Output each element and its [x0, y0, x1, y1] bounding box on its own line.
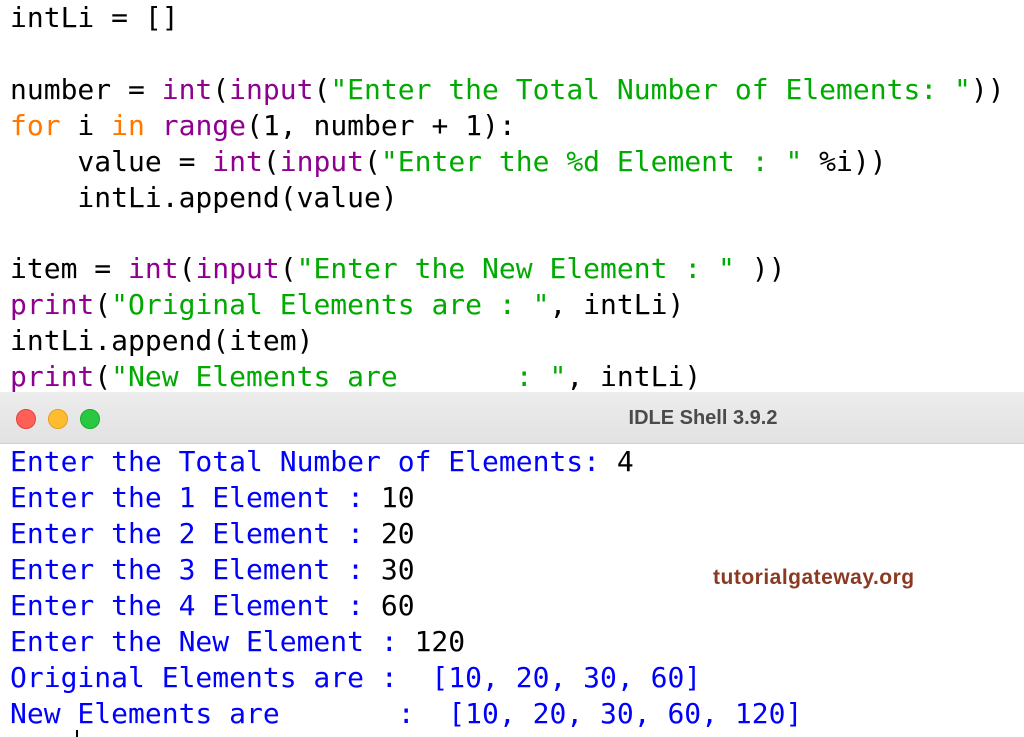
code-line-1: intLi = []: [10, 0, 179, 36]
shell-prompt-text: Enter the 2 Element :: [10, 517, 381, 550]
code-text: [145, 109, 162, 142]
keyword-token: for: [10, 109, 61, 142]
builtin-token: print: [10, 288, 94, 321]
builtin-token: int: [128, 252, 179, 285]
string-token: "Original Elements are : ": [111, 288, 549, 321]
code-line-5: value = int(input("Enter the %d Element …: [10, 144, 887, 180]
shell-line: Enter the 2 Element : 20: [10, 516, 415, 552]
code-text: (: [313, 73, 330, 106]
code-text: i: [61, 109, 112, 142]
shell-line: Enter the 4 Element : 60: [10, 588, 415, 624]
code-line-11: print("New Elements are : ", intLi): [10, 359, 701, 392]
shell-input-value: 4: [617, 445, 634, 478]
shell-prompt-text: Enter the Total Number of Elements:: [10, 445, 617, 478]
code-line-10: intLi.append(item): [10, 323, 313, 359]
code-text: %i)): [802, 145, 886, 178]
code-text: number =: [10, 73, 162, 106]
shell-prompt-text: Enter the 4 Element :: [10, 589, 381, 622]
code-text: (: [94, 360, 111, 392]
code-text: (: [263, 145, 280, 178]
code-text: (: [280, 252, 297, 285]
code-line-4: for i in range(1, number + 1):: [10, 108, 516, 144]
builtin-token: input: [195, 252, 279, 285]
builtin-token: int: [212, 145, 263, 178]
shell-prompt-text: Enter the 3 Element :: [10, 553, 381, 586]
shell-input-value: 20: [381, 517, 415, 550]
code-text: (: [364, 145, 381, 178]
text-cursor: [76, 730, 78, 737]
shell-line: Enter the 3 Element : 30: [10, 552, 415, 588]
code-text: (: [212, 73, 229, 106]
shell-input-value: 60: [381, 589, 415, 622]
builtin-token: input: [229, 73, 313, 106]
string-token: "Enter the New Element : ": [297, 252, 735, 285]
code-editor[interactable]: intLi = [] number = int(input("Enter the…: [0, 0, 1024, 392]
string-token: "Enter the Total Number of Elements: ": [330, 73, 971, 106]
code-text: value =: [10, 145, 212, 178]
string-token: "New Elements are : ": [111, 360, 566, 392]
shell-output[interactable]: Enter the Total Number of Elements: 4 En…: [0, 444, 1024, 737]
code-text: )): [971, 73, 1005, 106]
shell-output-text: New Elements are : [10, 20, 30, 60, 120]: [10, 697, 802, 730]
code-text: )): [735, 252, 786, 285]
code-line-8: item = int(input("Enter the New Element …: [10, 251, 785, 287]
string-token: "Enter the %d Element : ": [381, 145, 802, 178]
shell-output-text: Original Elements are : [10, 20, 30, 60]: [10, 661, 701, 694]
shell-prompt-text: Enter the New Element :: [10, 625, 415, 658]
shell-input-value: 10: [381, 481, 415, 514]
shell-line: Original Elements are : [10, 20, 30, 60]: [10, 660, 701, 696]
window-title-container: IDLE Shell 3.9.2: [0, 392, 1024, 444]
shell-line: Enter the 1 Element : 10: [10, 480, 415, 516]
code-text: , intLi): [566, 360, 701, 392]
shell-input-value: 30: [381, 553, 415, 586]
code-text: intLi.append(item): [10, 324, 313, 357]
code-text: (: [179, 252, 196, 285]
shell-line: Enter the Total Number of Elements: 4: [10, 444, 634, 480]
shell-line: New Elements are : [10, 20, 30, 60, 120]: [10, 696, 802, 732]
watermark-logo: tutorialgateway.org: [713, 566, 915, 590]
builtin-token: int: [162, 73, 213, 106]
window-title: IDLE Shell 3.9.2: [629, 407, 778, 429]
window-titlebar[interactable]: IDLE Shell 3.9.2: [0, 392, 1024, 444]
shell-input-value: 120: [415, 625, 466, 658]
code-text: intLi = []: [10, 1, 179, 34]
shell-line: Enter the New Element : 120: [10, 624, 465, 660]
code-line-6: intLi.append(value): [10, 180, 398, 216]
builtin-token: print: [10, 360, 94, 392]
builtin-token: input: [280, 145, 364, 178]
builtin-token: range: [162, 109, 246, 142]
code-text: (: [94, 288, 111, 321]
code-text: item =: [10, 252, 128, 285]
shell-prompt-text: Enter the 1 Element :: [10, 481, 381, 514]
code-text: intLi.append(value): [10, 181, 398, 214]
code-line-9: print("Original Elements are : ", intLi): [10, 287, 684, 323]
code-text: (1, number + 1):: [246, 109, 516, 142]
code-text: , intLi): [549, 288, 684, 321]
code-line-3: number = int(input("Enter the Total Numb…: [10, 72, 1005, 108]
keyword-token: in: [111, 109, 145, 142]
